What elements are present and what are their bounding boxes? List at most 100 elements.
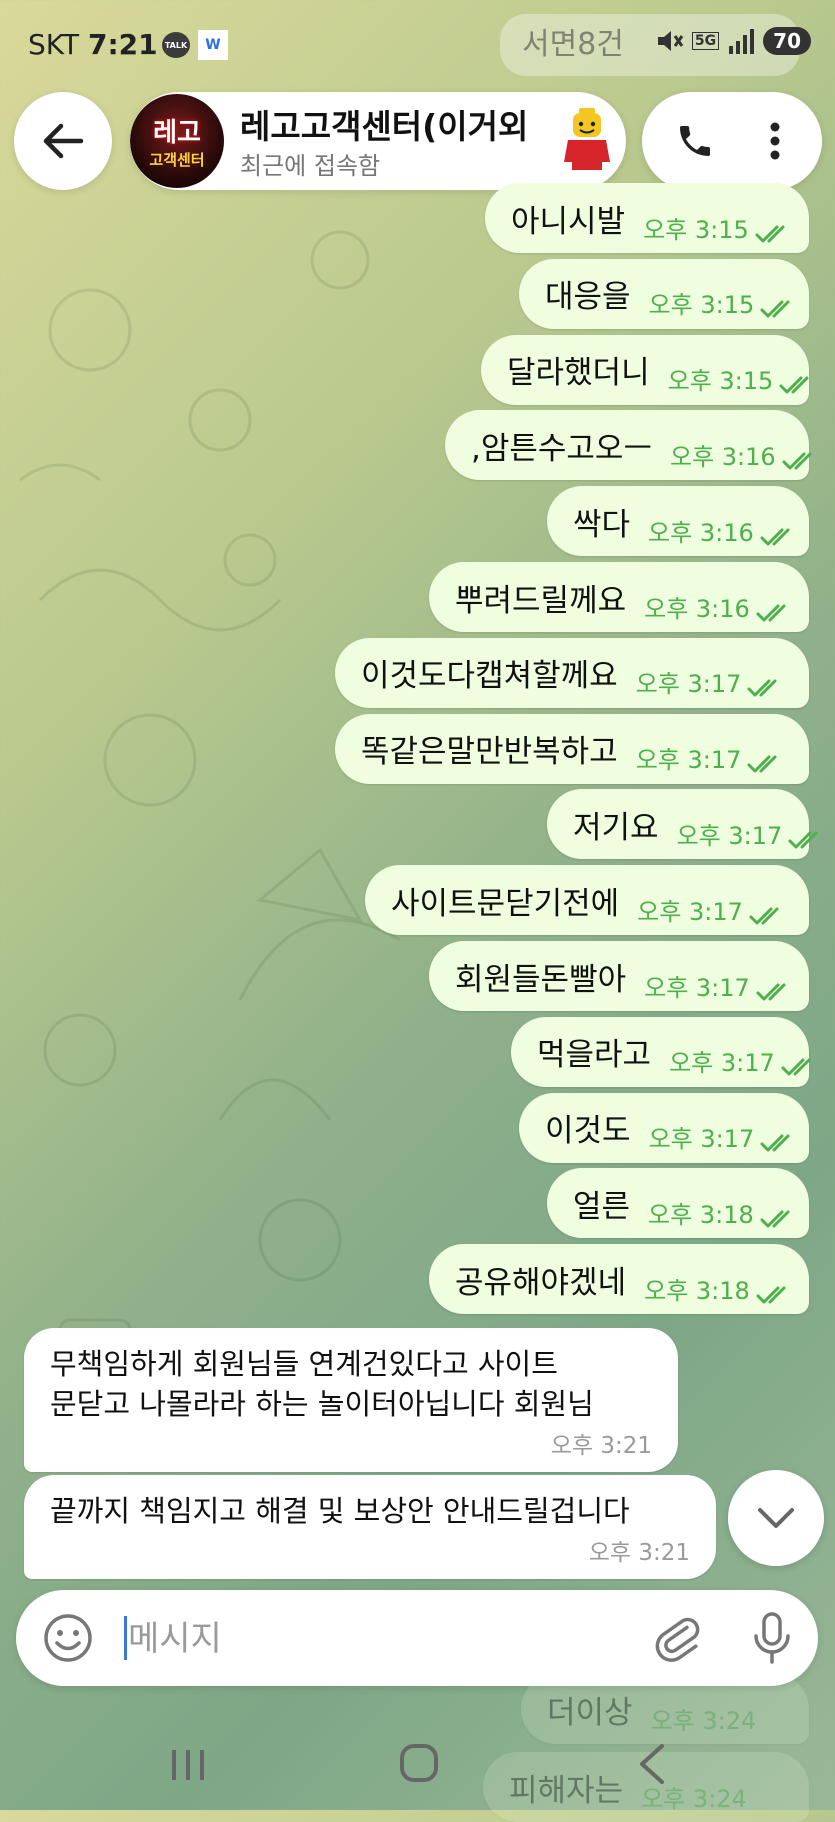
carrier-name: SKT <box>28 28 80 61</box>
outgoing-message-text: 똑같은말만반복하고 <box>361 734 618 771</box>
outgoing-message-text: 저기요 <box>573 809 659 846</box>
outgoing-message-text: 이것도 <box>545 1113 631 1150</box>
chat-last-seen: 최근에 접속함 <box>240 152 381 180</box>
phone-icon <box>680 126 710 156</box>
avatar-line1: 레고 <box>153 118 201 148</box>
read-receipt-icon <box>755 225 785 242</box>
more-vertical-icon <box>770 122 780 160</box>
outgoing-message[interactable]: 사이트문닫기전에 오후 3:17 <box>365 865 809 936</box>
incoming-message-text: 끝까지 책임지고 해결 및 보상안 안내드릴겁니다 <box>50 1494 630 1528</box>
read-receipt-icon <box>781 1058 811 1076</box>
outgoing-message-text: 뿌려드릴께요 <box>455 582 627 619</box>
outgoing-message-meta: 오후 3:17 <box>644 950 796 1003</box>
status-carrier-time: SKT 7:21 <box>28 28 158 61</box>
outgoing-message[interactable]: 뿌려드릴께요 오후 3:16 <box>429 562 809 632</box>
message-input[interactable] <box>126 1604 630 1674</box>
incoming-message-text: 무책임하게 회원님들 연계건있다고 사이트 문닫고 나몰라라 하는 놀이터아닙니… <box>50 1347 594 1421</box>
outgoing-message-text: 먹을라고 <box>537 1037 652 1074</box>
outgoing-message-text: 사이트문닫기전에 <box>391 885 620 922</box>
back-button[interactable] <box>14 92 112 190</box>
outgoing-message[interactable]: 저기요 오후 3:17 <box>547 789 818 860</box>
outgoing-message-meta: 오후 3:17 <box>636 646 788 699</box>
incoming-message-time: 오후 3:21 <box>550 1433 652 1459</box>
chat-title-bar[interactable]: 레고 고객센터 레고고객센터(이거외 최근에 접속함 <box>130 92 626 190</box>
read-receipt-icon <box>747 755 777 773</box>
outgoing-message[interactable]: 공유해야겠네 오후 3:18 <box>429 1244 809 1315</box>
outgoing-message-time: 오후 3:17 <box>635 670 742 699</box>
read-receipt-icon <box>788 831 818 849</box>
status-indicators: 5G 70 <box>654 26 811 56</box>
outgoing-message[interactable]: 회원들돈빨아 오후 3:17 <box>429 941 809 1011</box>
read-receipt-icon <box>760 1134 790 1152</box>
outgoing-message-time: 오후 3:16 <box>648 518 754 547</box>
outgoing-message-time: 오후 3:15 <box>667 367 774 396</box>
incoming-message-time: 오후 3:21 <box>588 1540 690 1566</box>
read-receipt-icon <box>760 528 790 546</box>
signal-icon <box>729 29 755 54</box>
outgoing-message-text: 싹다 <box>573 506 631 543</box>
chat-title: 레고고객센터(이거외 <box>240 107 529 146</box>
arrow-left-icon <box>43 123 84 159</box>
outgoing-message[interactable]: 이것도다캡쳐할께요 오후 3:17 <box>335 637 809 708</box>
clock-time: 7:21 <box>87 28 158 61</box>
outgoing-message-time: 오후 3:17 <box>644 973 750 1002</box>
outgoing-message[interactable]: 이것도 오후 3:17 <box>519 1092 809 1163</box>
network-type: 5G <box>691 32 720 50</box>
read-receipt-icon <box>756 1286 786 1304</box>
outgoing-message[interactable]: 아니시발 오후 3:15 <box>485 183 809 253</box>
nav-back-icon[interactable] <box>636 1742 666 1786</box>
app-notification-icon: W <box>198 30 228 60</box>
outgoing-message-time: 오후 3:17 <box>669 1049 775 1078</box>
more-options-button[interactable] <box>750 116 800 166</box>
outgoing-message[interactable]: 싹다 오후 3:16 <box>547 486 809 557</box>
chevron-down-icon <box>758 1508 794 1528</box>
outgoing-message-time: 오후 3:15 <box>648 291 755 320</box>
lego-figure-icon <box>564 108 610 170</box>
outgoing-message-text: 대응을 <box>545 279 631 316</box>
read-receipt-icon <box>749 907 779 925</box>
outgoing-message-time: 오후 3:18 <box>644 1276 750 1305</box>
avatar-line2: 고객센터 <box>149 151 205 169</box>
recent-apps-icon[interactable] <box>168 1748 208 1782</box>
outgoing-message-text: 공유해야겠네 <box>455 1264 627 1301</box>
outgoing-message[interactable]: 대응을 오후 3:15 <box>519 258 809 329</box>
outgoing-message-time: 오후 3:18 <box>648 1200 754 1229</box>
status-bar: 서면8건 SKT 7:21 TALK W 5G 70 <box>0 0 835 95</box>
header-actions <box>642 92 822 190</box>
system-navigation-bar <box>0 1720 835 1810</box>
outgoing-message-meta: 오후 3:17 <box>677 798 829 851</box>
outgoing-message-meta: 오후 3:16 <box>670 419 822 472</box>
outgoing-message-text: 얼른 <box>573 1188 631 1225</box>
incoming-message[interactable]: 무책임하게 회원님들 연계건있다고 사이트 문닫고 나몰라라 하는 놀이터아닙니… <box>24 1328 678 1472</box>
outgoing-message-meta: 오후 3:15 <box>649 267 801 320</box>
outgoing-message-meta: 오후 3:15 <box>643 192 795 245</box>
outgoing-message-time: 오후 3:16 <box>644 594 750 623</box>
paperclip-icon[interactable] <box>652 1612 704 1664</box>
outgoing-message[interactable]: 얼른 오후 3:18 <box>547 1168 809 1239</box>
outgoing-message-meta: 오후 3:15 <box>668 343 820 396</box>
outgoing-message-text: 아니시발 <box>511 203 626 240</box>
outgoing-message-meta: 오후 3:17 <box>669 1025 821 1078</box>
outgoing-message-time: 오후 3:17 <box>635 746 742 775</box>
outgoing-message-meta: 오후 3:18 <box>648 1177 800 1230</box>
outgoing-message-text: 달라했더니 <box>507 355 650 392</box>
read-receipt-icon <box>760 1210 790 1228</box>
message-composer <box>16 1590 818 1686</box>
outgoing-message[interactable]: 먹을라고 오후 3:17 <box>511 1016 811 1087</box>
outgoing-message[interactable]: ,암튼수고오ㅡ 오후 3:16 <box>445 410 812 481</box>
outgoing-message[interactable]: 똑같은말만반복하고 오후 3:17 <box>335 713 809 784</box>
avatar[interactable]: 레고 고객센터 <box>130 94 224 188</box>
outgoing-message-time: 오후 3:15 <box>643 215 749 244</box>
smiley-icon[interactable] <box>42 1612 94 1664</box>
scroll-to-bottom-button[interactable] <box>728 1470 824 1566</box>
read-receipt-icon <box>760 300 790 318</box>
home-button[interactable] <box>400 1744 438 1782</box>
outgoing-message[interactable]: 달라했더니 오후 3:15 <box>481 334 809 405</box>
incoming-message[interactable]: 끝까지 책임지고 해결 및 보상안 안내드릴겁니다 오후 3:21 <box>24 1475 716 1579</box>
read-receipt-icon <box>782 452 812 470</box>
microphone-icon[interactable] <box>746 1610 798 1666</box>
battery-level: 70 <box>763 27 811 55</box>
outgoing-message-meta: 오후 3:16 <box>644 571 796 624</box>
call-button[interactable] <box>670 116 720 166</box>
outgoing-message-time: 오후 3:16 <box>669 442 776 471</box>
